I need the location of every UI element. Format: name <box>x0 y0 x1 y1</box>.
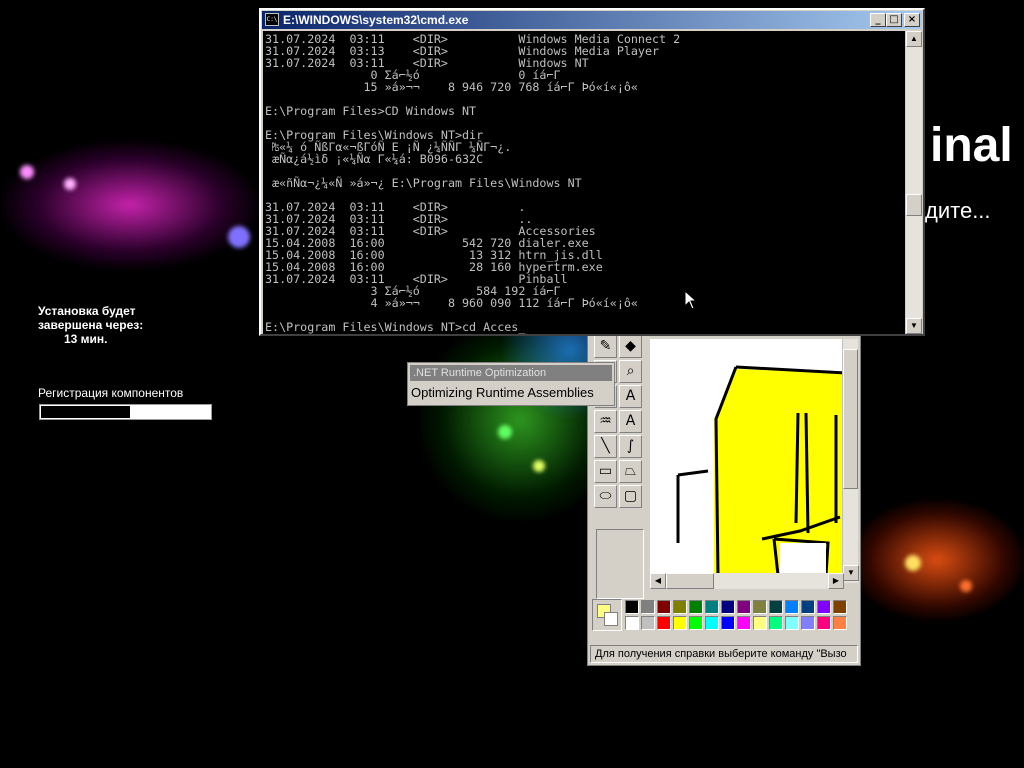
palette-swatch[interactable] <box>833 616 847 630</box>
color-palette <box>592 599 854 635</box>
scroll-down-button[interactable]: ▼ <box>843 565 859 581</box>
palette-swatch[interactable] <box>801 600 815 614</box>
palette-swatch[interactable] <box>673 600 687 614</box>
maximize-button[interactable]: □ <box>886 13 902 27</box>
pencil-icon[interactable]: ✎ <box>594 335 617 358</box>
palette-swatch[interactable] <box>785 600 799 614</box>
palette-swatch[interactable] <box>769 600 783 614</box>
bokeh-dot <box>533 460 545 472</box>
rectangle-icon[interactable]: ▭ <box>594 460 617 483</box>
setup-time-remaining: Установка будет завершена через: 13 мин. <box>38 304 143 346</box>
cmd-icon[interactable]: C:\ <box>265 13 279 26</box>
polygon-icon[interactable]: ⏢ <box>619 460 642 483</box>
paint-window[interactable]: ✎◆✏⌕✐A♒A╲∫▭⏢⬭▢ ▼ ◀ ▶ Для получе <box>587 328 861 666</box>
cmd-line: æ«ñÑα¬¿¼«Ñ »á»¬¿ E:\Program Files\Window… <box>265 176 582 190</box>
popup-text: Optimizing Runtime Assemblies <box>411 385 594 400</box>
ellipse-icon[interactable]: ⬭ <box>594 485 617 508</box>
letter-a-icon[interactable]: A <box>619 410 642 433</box>
bokeh-dot <box>905 555 921 571</box>
palette-swatch[interactable] <box>721 600 735 614</box>
text-icon[interactable]: A <box>619 385 642 408</box>
palette-swatch[interactable] <box>753 616 767 630</box>
paint-status-bar: Для получения справки выберите команду "… <box>590 645 858 663</box>
popup-title: .NET Runtime Optimization <box>410 365 612 381</box>
orange-glow <box>850 500 1024 620</box>
scroll-left-button[interactable]: ◀ <box>650 573 666 589</box>
paint-vscroll-thumb[interactable] <box>843 349 858 489</box>
palette-swatch[interactable] <box>753 600 767 614</box>
minimize-button[interactable]: _ <box>870 13 886 27</box>
setup-stage-label: Регистрация компонентов <box>38 386 184 400</box>
paint-horizontal-scrollbar[interactable]: ◀ ▶ <box>650 573 844 589</box>
palette-swatch[interactable] <box>657 616 671 630</box>
palette-swatch[interactable] <box>689 600 703 614</box>
palette-swatch[interactable] <box>833 600 847 614</box>
palette-swatch[interactable] <box>817 616 831 630</box>
canvas-drawing <box>676 365 846 575</box>
bokeh-dot <box>64 178 76 190</box>
palette-swatch[interactable] <box>769 616 783 630</box>
bokeh-dot <box>228 226 250 248</box>
setup-time-line2: завершена через: <box>38 318 144 332</box>
setup-minutes: 13 мин. <box>64 332 108 346</box>
background-subtitle: дите... <box>925 198 991 223</box>
current-colors[interactable] <box>592 599 622 631</box>
cmd-vertical-scrollbar[interactable]: ▲ ▼ <box>906 31 922 334</box>
palette-swatch[interactable] <box>625 600 639 614</box>
palette-swatch[interactable] <box>705 600 719 614</box>
net-optimization-popup: .NET Runtime Optimization Optimizing Run… <box>407 362 615 406</box>
palette-swatch[interactable] <box>657 600 671 614</box>
scroll-right-button[interactable]: ▶ <box>828 573 844 589</box>
palette-swatch[interactable] <box>801 616 815 630</box>
cmd-title: E:\WINDOWS\system32\cmd.exe <box>283 13 469 27</box>
palette-swatch[interactable] <box>689 616 703 630</box>
palette-swatch[interactable] <box>737 616 751 630</box>
palette-swatch[interactable] <box>721 616 735 630</box>
cmd-line: E:\Program Files>CD Windows NT <box>265 104 477 118</box>
cmd-line: 4 »á»¬¬ 8 960 090 112 íá⌐Γ Þó«í«¡ô« <box>265 296 638 310</box>
paint-canvas[interactable] <box>650 339 846 575</box>
background-title: inal <box>930 119 1013 172</box>
palette-swatch[interactable] <box>785 616 799 630</box>
cmd-scroll-thumb[interactable] <box>906 194 922 216</box>
palette-swatch[interactable] <box>641 616 655 630</box>
palette-swatch[interactable] <box>817 600 831 614</box>
setup-time-line1: Установка будет <box>38 304 136 318</box>
close-button[interactable]: × <box>904 13 920 27</box>
magnifier-icon[interactable]: ⌕ <box>619 360 642 383</box>
palette-swatch[interactable] <box>625 616 639 630</box>
cmd-line: 15 »á»¬¬ 8 946 720 768 íá⌐Γ Þó«í«¡ô« <box>265 80 638 94</box>
setup-progress-fill <box>41 406 130 418</box>
cmd-line: E:\Program Files\Windows NT>cd Acces_ <box>265 320 526 334</box>
background-color[interactable] <box>604 612 618 626</box>
cmd-console[interactable]: 31.07.2024 03:11 <DIR> Windows Media Con… <box>263 31 905 334</box>
bokeh-dot <box>960 580 972 592</box>
fill-icon[interactable]: ◆ <box>619 335 642 358</box>
tool-options-box[interactable] <box>596 529 644 599</box>
curve-icon[interactable]: ∫ <box>619 435 642 458</box>
palette-swatch[interactable] <box>641 600 655 614</box>
cmd-output: 31.07.2024 03:11 <DIR> Windows Media Con… <box>265 33 680 333</box>
cmd-scroll-up-button[interactable]: ▲ <box>906 31 922 47</box>
palette-swatch[interactable] <box>673 616 687 630</box>
cmd-titlebar[interactable]: C:\ E:\WINDOWS\system32\cmd.exe _ □ × <box>262 11 922 29</box>
palette-swatch[interactable] <box>737 600 751 614</box>
line-icon[interactable]: ╲ <box>594 435 617 458</box>
paint-vertical-scrollbar[interactable]: ▼ <box>842 339 859 583</box>
bokeh-dot <box>498 425 512 439</box>
cmd-window[interactable]: C:\ E:\WINDOWS\system32\cmd.exe _ □ × 31… <box>259 8 925 336</box>
paint-hscroll-thumb[interactable] <box>666 573 714 589</box>
setup-progress-bar <box>39 404 212 420</box>
cmd-scroll-down-button[interactable]: ▼ <box>906 318 922 334</box>
pink-glow <box>0 140 260 270</box>
bokeh-dot <box>20 165 34 179</box>
palette-swatch[interactable] <box>705 616 719 630</box>
rounded-rect-icon[interactable]: ▢ <box>619 485 642 508</box>
cmd-line: æÑα¿á½ìδ ¡«¼Ñα Γ«¼á: B096-632C <box>265 152 484 166</box>
airbrush-icon[interactable]: ♒ <box>594 410 617 433</box>
